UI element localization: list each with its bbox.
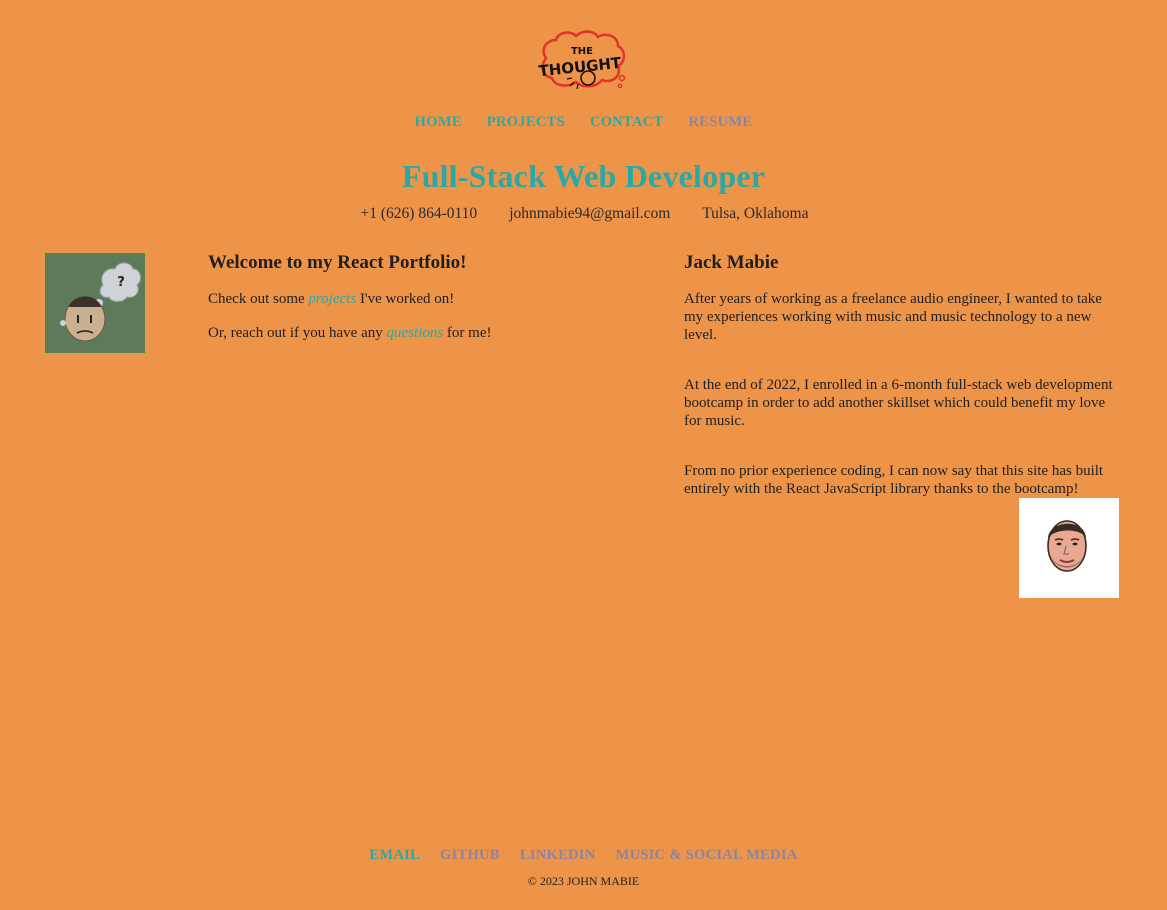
projects-link[interactable]: projects bbox=[308, 291, 356, 307]
projects-line-suffix: I've worked on! bbox=[356, 291, 455, 307]
questions-line-prefix: Or, reach out if you have any bbox=[208, 325, 387, 341]
site-logo[interactable]: THE THOUGHT bbox=[536, 28, 628, 94]
page-headline: Full-Stack Web Developer bbox=[401, 158, 766, 194]
face-portrait-icon bbox=[1019, 498, 1119, 598]
thinking-head-icon: ? bbox=[45, 253, 145, 353]
nav-home-link[interactable]: HOME bbox=[415, 114, 462, 131]
about-paragraph: At the end of 2022, I enrolled in a 6-mo… bbox=[684, 377, 1113, 429]
contact-info: +1 (626) 864-0110 johnmabie94@gmail.com … bbox=[0, 205, 1167, 223]
welcome-section: Welcome to my React Portfolio! Check out… bbox=[208, 252, 628, 358]
nav-resume-link[interactable]: RESUME bbox=[688, 114, 752, 131]
footer-linkedin-link[interactable]: LINKEDIN bbox=[520, 847, 596, 864]
phone-number: +1 (626) 864-0110 bbox=[360, 205, 478, 222]
thinking-avatar-image: ? bbox=[45, 253, 145, 353]
welcome-questions-line: Or, reach out if you have any questions … bbox=[208, 324, 628, 343]
footer-email-link[interactable]: EMAIL bbox=[369, 847, 420, 864]
questions-line-suffix: for me! bbox=[443, 325, 492, 341]
welcome-projects-line: Check out some projects I've worked on! bbox=[208, 290, 628, 309]
about-paragraph: After years of working as a freelance au… bbox=[684, 291, 1102, 343]
welcome-title: Welcome to my React Portfolio! bbox=[208, 252, 467, 273]
about-name: Jack Mabie bbox=[684, 252, 779, 273]
nav-projects-link[interactable]: PROJECTS bbox=[487, 114, 565, 131]
copyright-text: © 2023 JOHN MABIE bbox=[527, 874, 640, 888]
thought-bubble-logo-icon: THE THOUGHT bbox=[538, 30, 626, 90]
questions-link[interactable]: questions bbox=[387, 325, 444, 341]
projects-line-prefix: Check out some bbox=[208, 291, 309, 307]
main-nav: HOME PROJECTS CONTACT RESUME bbox=[0, 114, 1167, 131]
location: Tulsa, Oklahoma bbox=[702, 205, 809, 222]
svg-text:THOUGHT: THOUGHT bbox=[538, 54, 623, 81]
email-address: johnmabie94@gmail.com bbox=[509, 205, 671, 222]
profile-portrait bbox=[1019, 498, 1119, 598]
footer-github-link[interactable]: GITHUB bbox=[440, 847, 500, 864]
nav-contact-link[interactable]: CONTACT bbox=[590, 114, 664, 131]
svg-text:THE: THE bbox=[571, 46, 593, 57]
svg-text:?: ? bbox=[117, 275, 125, 290]
footer-links: EMAIL GITHUB LINKEDIN MUSIC & SOCIAL MED… bbox=[0, 847, 1167, 864]
about-section: Jack Mabie After years of working as a f… bbox=[684, 252, 1124, 530]
footer-music-social-link[interactable]: MUSIC & SOCIAL MEDIA bbox=[616, 847, 798, 864]
about-paragraph: From no prior experience coding, I can n… bbox=[684, 463, 1104, 497]
